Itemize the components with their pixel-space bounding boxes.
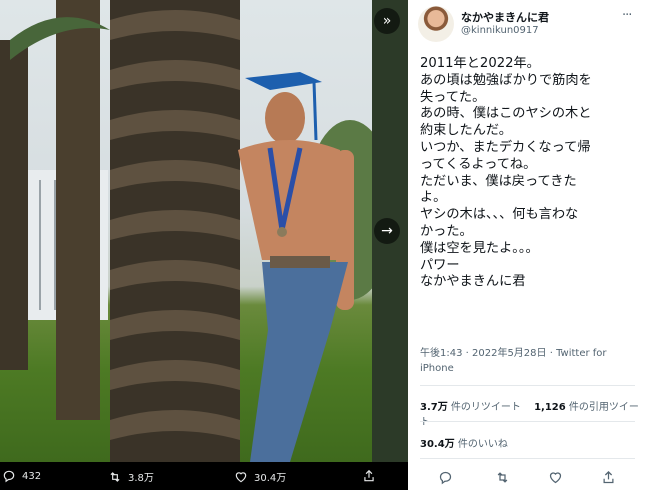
tweet-text-line: ってくるよってね。 <box>420 156 537 172</box>
likes-label: 件のいいね <box>454 439 508 450</box>
tweet-text-line: 約束したんだ。 <box>420 123 512 139</box>
retweets-value: 3.7万 <box>420 402 448 413</box>
tweet-timestamp[interactable]: 午後1:43 · 2022年5月28日 · <box>420 348 556 359</box>
tweet-text-line: 僕は空を見たよ。。。 <box>420 240 539 256</box>
arrow-right-icon: → <box>381 223 393 239</box>
avatar[interactable] <box>418 6 454 42</box>
tweet-text-line: なかやまきんに君 <box>420 274 526 290</box>
media-like-count: 30.4万 <box>254 473 287 484</box>
media-retweet-button[interactable]: 3.8万 <box>108 469 154 484</box>
retweet-icon <box>497 472 508 483</box>
share-icon <box>364 469 374 482</box>
next-image-button[interactable]: → <box>374 218 400 244</box>
tweet-text-line: よ。 <box>420 190 447 206</box>
tweet-text-line: いつか、またデカくなって帰 <box>420 139 591 155</box>
tweet-text-line: かった。 <box>420 223 473 239</box>
double-chevron-right-icon: » <box>382 13 392 29</box>
collapse-panel-button[interactable]: » <box>374 8 400 34</box>
media-reply-count: 432 <box>22 470 42 482</box>
media-share-button[interactable] <box>362 469 376 483</box>
heart-icon <box>235 471 247 482</box>
user-handle[interactable]: @kinnikun0917 <box>461 25 539 36</box>
tweet-source-cont[interactable]: iPhone <box>420 363 454 374</box>
share-icon <box>603 470 614 484</box>
tweet-text-line: 2011年と2022年。 <box>420 56 540 71</box>
tweet-text-line: ヤシの木は、、、何も言わな <box>420 207 579 223</box>
tweet-source[interactable]: Twitter for <box>556 348 606 359</box>
likes-value: 30.4万 <box>420 439 455 450</box>
reply-icon <box>3 470 15 483</box>
retweets-stat[interactable]: 3.7万 件のリツイート <box>420 402 521 413</box>
tweet-action-bar <box>408 470 645 488</box>
likes-stats: 30.4万 件のいいね <box>420 435 518 450</box>
media-like-button[interactable]: 30.4万 <box>234 469 286 484</box>
tweet-text-line: あの頃は勉強ばかりで筋肉を <box>420 72 592 88</box>
retweet-button[interactable] <box>495 470 510 489</box>
tweet-photo[interactable] <box>0 0 372 462</box>
likes-stat[interactable]: 30.4万 件のいいね <box>420 439 508 450</box>
reply-icon <box>439 471 452 485</box>
photo-illustration <box>0 0 372 462</box>
media-reply-button[interactable]: 432 <box>2 469 41 483</box>
quotes-value: 1,126 <box>534 402 566 413</box>
divider <box>420 385 635 386</box>
tweet-text-line: 失ってた。 <box>420 89 486 105</box>
share-button[interactable] <box>601 470 616 489</box>
retweet-icon <box>110 471 120 482</box>
media-viewer: » → 432 3.8万 30.4万 <box>0 0 408 490</box>
tweet-meta: 午後1:43 · 2022年5月28日 · Twitter for iPhone <box>420 346 635 376</box>
more-options-icon[interactable]: ··· <box>622 8 632 23</box>
heart-icon <box>549 472 562 484</box>
reply-button[interactable] <box>438 470 453 489</box>
tweet-text: 2011年と2022年。 あの頃は勉強ばかりで筋肉を 失ってた。 あの時、僕はこ… <box>420 56 642 291</box>
divider <box>420 458 635 459</box>
engagement-stats: 3.7万 件のリツイート 1,126 件の引用ツイート <box>420 398 645 428</box>
tweet-panel: なかやまきんに君 @kinnikun0917 ··· 2011年と2022年。 … <box>408 0 645 490</box>
display-name[interactable]: なかやまきんに君 <box>461 9 549 25</box>
divider <box>420 421 635 422</box>
tweet-text-line: ただいま、僕は戻ってきた <box>420 173 577 189</box>
media-retweet-count: 3.8万 <box>128 473 154 484</box>
media-action-bar: 432 3.8万 30.4万 <box>0 462 408 490</box>
tweet-text-line: あの時、僕はこのヤシの木と <box>420 106 592 122</box>
like-button[interactable] <box>548 470 563 489</box>
retweets-label: 件のリツイート <box>447 402 521 413</box>
tweet-text-line: パワー <box>420 257 460 273</box>
